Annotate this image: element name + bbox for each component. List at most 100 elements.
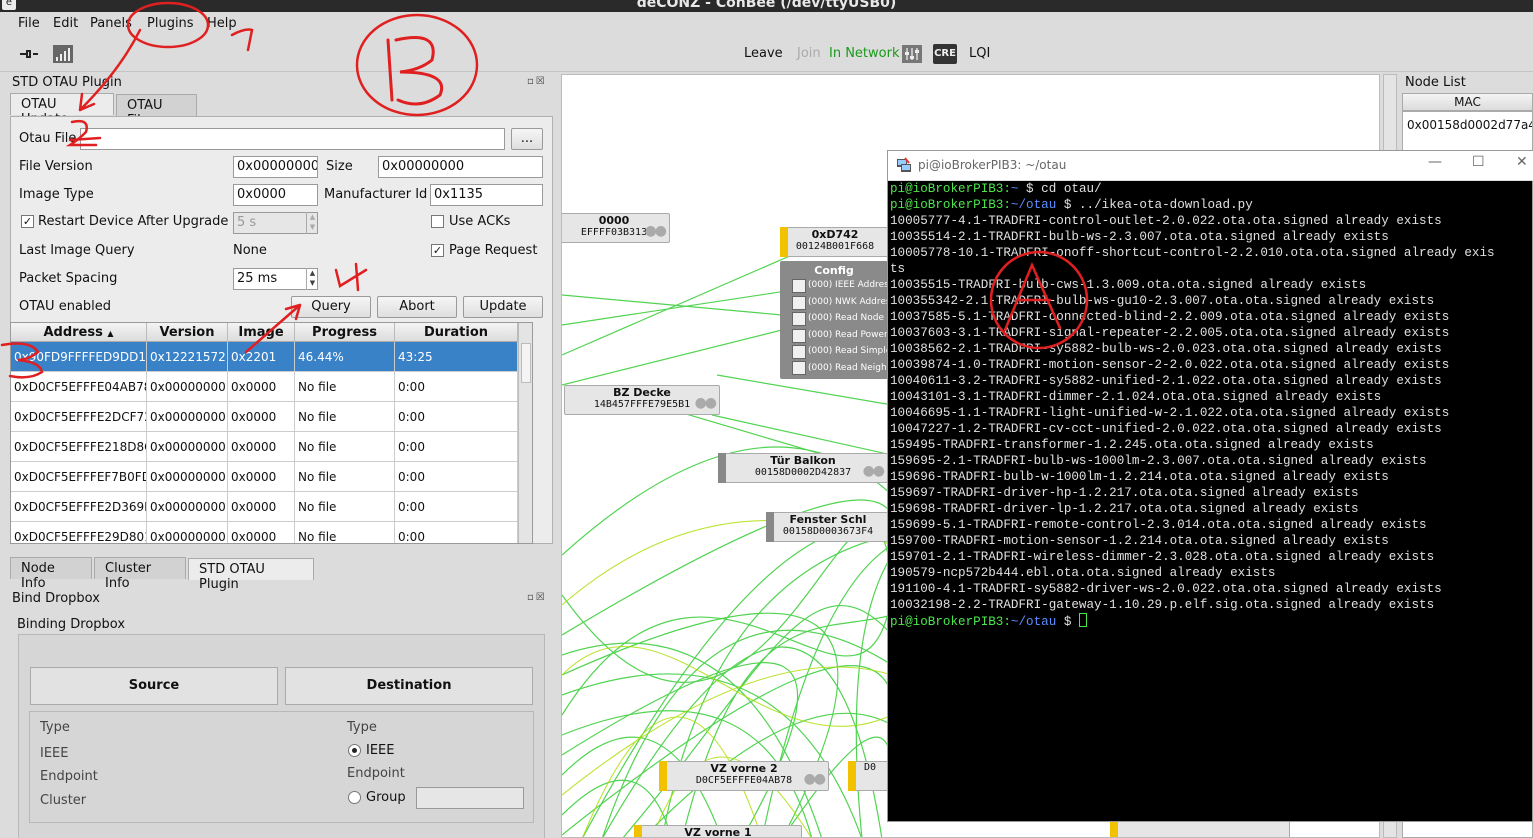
table-row[interactable]: 0xD0CF5EFFFE2DCF72 0x00000000 0x0000 No … bbox=[11, 402, 518, 432]
ieee-radio-label: IEEE bbox=[366, 743, 395, 758]
terminal-line: 190579-ncp572b444.ebl.ota.ota.signed alr… bbox=[890, 566, 1276, 580]
close-icon[interactable]: ✕ bbox=[1516, 154, 1528, 170]
scrollbar-thumb[interactable] bbox=[521, 343, 531, 383]
graph-node[interactable]: D0 bbox=[848, 761, 892, 791]
tab-node-info[interactable]: Node Info bbox=[10, 557, 92, 591]
ieee-radio[interactable] bbox=[348, 744, 361, 757]
node-status-bar bbox=[634, 825, 642, 837]
otau-node-table: Address ▲ Version Image Progress Duratio… bbox=[10, 322, 533, 544]
lqi-button[interactable]: LQI bbox=[969, 46, 990, 61]
config-title: Config bbox=[814, 264, 854, 277]
query-button[interactable]: Query bbox=[291, 296, 371, 318]
toolbar: Leave Join In Network CRE LQI bbox=[0, 36, 1533, 72]
column-mac[interactable]: MAC bbox=[1402, 93, 1533, 111]
tab-otau-update[interactable]: OTAU Update bbox=[10, 93, 114, 127]
node-status-bar bbox=[848, 761, 856, 791]
group-radio[interactable] bbox=[348, 791, 361, 804]
bind-dock-float-close-icon[interactable]: ▫☒ bbox=[527, 592, 547, 603]
config-checkbox[interactable] bbox=[792, 296, 806, 310]
cell-duration: 0:00 bbox=[395, 522, 518, 543]
otau-file-input[interactable] bbox=[80, 128, 505, 150]
dock-float-close-icon[interactable]: ▫☒ bbox=[527, 76, 547, 87]
table-row[interactable]: 0x90FD9FFFFED9DD1E 0x12221572 0x2201 46.… bbox=[11, 342, 518, 372]
use-acks-checkbox[interactable] bbox=[431, 215, 444, 228]
table-row[interactable]: 0xD0CF5EFFFE2D369D 0x00000000 0x0000 No … bbox=[11, 492, 518, 522]
cell-progress: No file bbox=[295, 372, 395, 402]
title-bar: e deCONZ - ConBee (/dev/ttyUSB0) bbox=[0, 0, 1533, 12]
terminal-line: 10038562-2.1-TRADFRI-sy5882-bulb-ws-2.0.… bbox=[890, 342, 1442, 356]
node-ports-icon: ●● bbox=[644, 223, 667, 239]
graph-node[interactable]: VZ vorne 2 D0CF5EFFFE04AB78 ●● bbox=[659, 761, 829, 791]
browse-button[interactable]: ... bbox=[511, 128, 543, 150]
image-type-input[interactable]: 0x0000 bbox=[233, 184, 318, 206]
packet-spacing-spinner-icon[interactable]: ▲ ▼ bbox=[306, 268, 318, 290]
size-input[interactable]: 0x00000000 bbox=[378, 156, 543, 178]
maximize-icon[interactable]: ☐ bbox=[1472, 154, 1485, 170]
graph-node[interactable]: BZ Decke 14B457FFFE79E5B1 ●● bbox=[564, 385, 720, 415]
tab-std-otau-plugin[interactable]: STD OTAU Plugin bbox=[188, 558, 314, 592]
restart-checkbox[interactable]: ✓ bbox=[21, 215, 34, 228]
cell-version: 0x00000000 bbox=[147, 402, 228, 432]
cell-address: 0xD0CF5EFFFEF7B0FD bbox=[11, 462, 147, 492]
column-progress[interactable]: Progress bbox=[295, 323, 395, 342]
table-row[interactable]: 0xD0CF5EFFFEF7B0FD 0x00000000 0x0000 No … bbox=[11, 462, 518, 492]
signal-chart-icon[interactable] bbox=[52, 44, 74, 64]
cell-address: 0xD0CF5EFFFE04AB78 bbox=[11, 372, 147, 402]
menu-help[interactable]: Help bbox=[207, 16, 237, 31]
table-row[interactable]: 0xD0CF5EFFFE29D801 0x00000000 0x0000 No … bbox=[11, 522, 518, 543]
node-status-bar bbox=[766, 512, 774, 542]
terminal-line: 10032198-2.2-TRADFRI-gateway-1.10.29.p.e… bbox=[890, 598, 1435, 612]
menu-panels[interactable]: Panels bbox=[90, 16, 132, 31]
connect-icon[interactable] bbox=[18, 44, 40, 64]
minimize-icon[interactable]: — bbox=[1428, 154, 1442, 170]
join-button[interactable]: Join bbox=[797, 46, 821, 61]
graph-node[interactable]: 0xD742 00124B001F668 bbox=[780, 227, 890, 257]
graph-node[interactable]: Tür Balkon 00158D0002D42837 ●● bbox=[718, 453, 888, 483]
tab-otau-file[interactable]: OTAU File bbox=[116, 94, 197, 128]
manufacturer-input[interactable]: 0x1135 bbox=[430, 184, 543, 206]
tab-cluster-info[interactable]: Cluster Info bbox=[94, 557, 186, 591]
terminal-line: 10037585-5.1-TRADFRI-connected-blind-2.2… bbox=[890, 310, 1450, 324]
mixer-icon[interactable] bbox=[901, 44, 923, 64]
page-request-checkbox[interactable]: ✓ bbox=[431, 244, 444, 257]
menu-edit[interactable]: Edit bbox=[53, 16, 78, 31]
terminal-line: 159696-TRADFRI-bulb-w-1000lm-1.2.214.ota… bbox=[890, 470, 1389, 484]
list-item[interactable]: 0x00158d0002d77a49 bbox=[1403, 112, 1532, 138]
table-row[interactable]: 0xD0CF5EFFFE04AB78 0x00000000 0x0000 No … bbox=[11, 372, 518, 402]
cre-button[interactable]: CRE bbox=[933, 44, 957, 64]
config-checkbox[interactable] bbox=[792, 361, 806, 375]
column-address[interactable]: Address ▲ bbox=[11, 323, 147, 342]
cell-version: 0x00000000 bbox=[147, 462, 228, 492]
config-checkbox[interactable] bbox=[792, 329, 806, 343]
menu-file[interactable]: File bbox=[18, 16, 40, 31]
cell-progress: No file bbox=[295, 522, 395, 543]
source-drop-zone[interactable]: Source bbox=[30, 667, 278, 705]
destination-drop-zone[interactable]: Destination bbox=[285, 667, 533, 705]
cell-version: 0x00000000 bbox=[147, 372, 228, 402]
group-input[interactable] bbox=[416, 787, 524, 809]
restart-delay-spinner-icon[interactable]: ▲ ▼ bbox=[306, 212, 318, 234]
abort-button[interactable]: Abort bbox=[377, 296, 457, 318]
column-duration[interactable]: Duration bbox=[395, 323, 518, 342]
graph-node[interactable]: VZ vorne 1 bbox=[634, 825, 802, 837]
config-checkbox[interactable] bbox=[792, 279, 806, 293]
leave-button[interactable]: Leave bbox=[744, 46, 783, 61]
cell-duration: 0:00 bbox=[395, 432, 518, 462]
column-image[interactable]: Image bbox=[228, 323, 295, 342]
node-name: Fenster Schl bbox=[789, 513, 867, 526]
cell-image: 0x0000 bbox=[228, 372, 295, 402]
graph-node[interactable]: 0000 EFFFF03B313 ●● bbox=[562, 213, 670, 243]
cell-duration: 0:00 bbox=[395, 402, 518, 432]
graph-node[interactable]: Fenster Schl 00158D0003673F4 bbox=[766, 512, 890, 542]
binding-details: Type IEEE Endpoint Cluster Type IEEE End… bbox=[29, 711, 534, 823]
prompt-cwd: ~/otau bbox=[1010, 198, 1057, 212]
config-checkbox[interactable] bbox=[792, 345, 806, 359]
terminal-output[interactable]: pi@ioBrokerPIB3:~ $ cd otau/pi@ioBrokerP… bbox=[890, 181, 1532, 821]
table-scrollbar[interactable] bbox=[518, 323, 532, 543]
update-button[interactable]: Update bbox=[463, 296, 543, 318]
config-checkbox[interactable] bbox=[792, 312, 806, 326]
file-version-input[interactable]: 0x00000000 bbox=[233, 156, 318, 178]
table-row[interactable]: 0xD0CF5EFFFE218D8C 0x00000000 0x0000 No … bbox=[11, 432, 518, 462]
column-version[interactable]: Version bbox=[147, 323, 228, 342]
menu-plugins[interactable]: Plugins bbox=[147, 16, 194, 31]
